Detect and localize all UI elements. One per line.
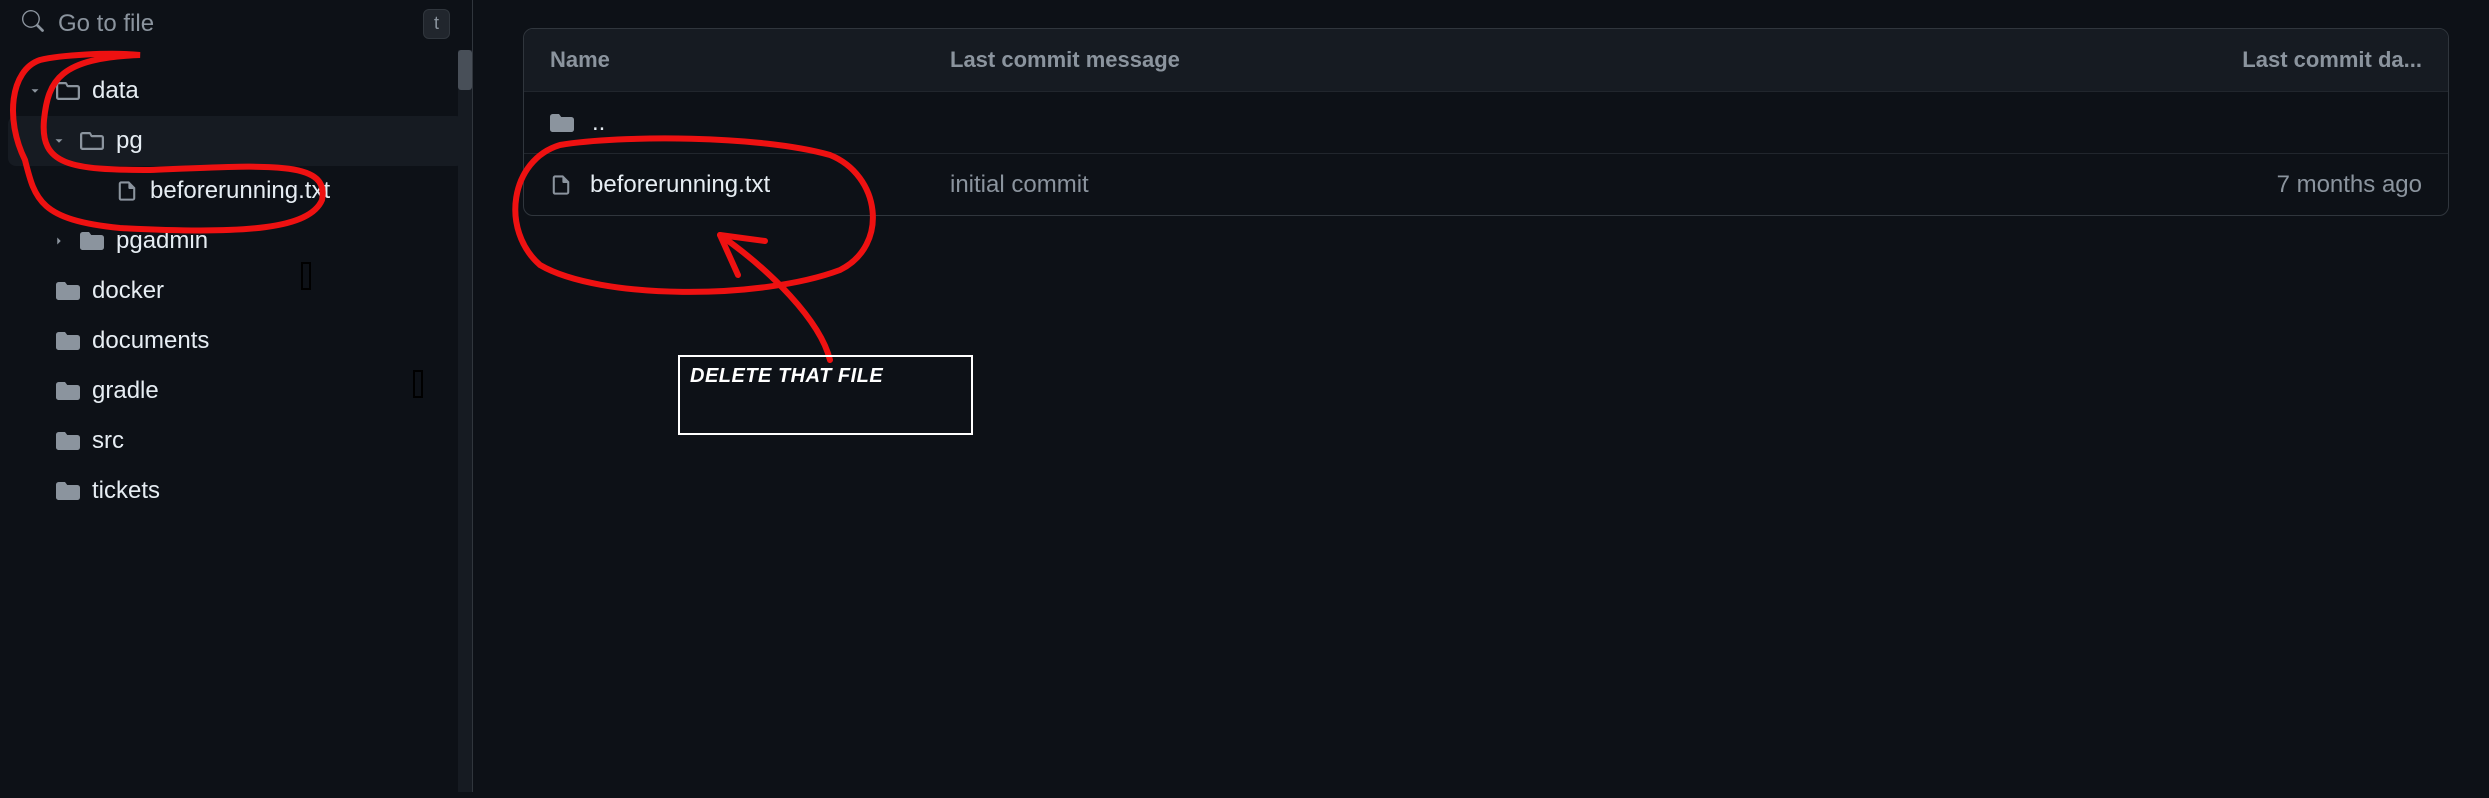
tree-item-label: beforerunning.txt [150,177,330,205]
folder-icon [56,279,80,303]
tree-item-data[interactable]: data [8,66,464,116]
file-tree-sidebar: t data pgbeforerunning.txt pgadmin docker do… [0,0,473,792]
sidebar-scrollbar-thumb[interactable] [458,50,472,90]
chevron-down-icon[interactable] [26,78,44,104]
file-table-header: Name Last commit message Last commit da.… [524,29,2448,91]
tree-item-beforerunning-txt[interactable]: beforerunning.txt [8,166,464,216]
folder-open-icon [80,129,104,153]
tree-item-tickets[interactable]: tickets [8,466,464,516]
tree-item-gradle[interactable]: gradle [8,366,464,416]
parent-directory-label: .. [592,109,605,137]
tree-item-src[interactable]: src [8,416,464,466]
sidebar-scrollbar[interactable] [458,50,472,792]
tree-item-label: documents [92,327,209,355]
search-icon [22,10,44,38]
folder-icon [56,429,80,453]
search-shortcut-key: t [423,9,450,38]
text-caret-artifact [301,262,311,290]
chevron-right-icon[interactable] [50,228,68,254]
folder-open-icon [56,79,80,103]
tree-item-label: pg [116,127,143,155]
tree-item-pg[interactable]: pg [8,116,464,166]
tree-item-label: pgadmin [116,227,208,255]
file-icon [550,174,572,196]
tree-item-label: docker [92,277,164,305]
folder-icon [56,379,80,403]
commit-message: initial commit [950,171,2162,199]
tree-item-label: data [92,77,139,105]
column-header-date: Last commit da... [2162,47,2422,73]
column-header-name: Name [550,47,950,73]
file-row[interactable]: beforerunning.txt initial commit7 months … [524,153,2448,215]
folder-icon [56,329,80,353]
tree-item-label: gradle [92,377,159,405]
folder-icon [80,229,104,253]
file-search-input[interactable] [58,10,409,38]
tree-item-label: src [92,427,124,455]
tree-item-documents[interactable]: documents [8,316,464,366]
file-icon [116,180,138,202]
parent-directory-row[interactable]: .. [524,91,2448,153]
tree-item-docker[interactable]: docker [8,266,464,316]
tree-item-pgadmin[interactable]: pgadmin [8,216,464,266]
tree-item-label: tickets [92,477,160,505]
file-table: Name Last commit message Last commit da.… [523,28,2449,216]
file-tree[interactable]: data pgbeforerunning.txt pgadmin docker docu… [0,48,472,792]
directory-listing-panel: Name Last commit message Last commit da.… [473,0,2489,792]
folder-icon [56,479,80,503]
column-header-message: Last commit message [950,47,2162,73]
file-search-row: t [0,0,472,48]
folder-icon [550,111,574,135]
text-caret-artifact [413,370,423,398]
file-name: beforerunning.txt [590,171,770,199]
chevron-down-icon[interactable] [50,128,68,154]
commit-date: 7 months ago [2162,171,2422,199]
